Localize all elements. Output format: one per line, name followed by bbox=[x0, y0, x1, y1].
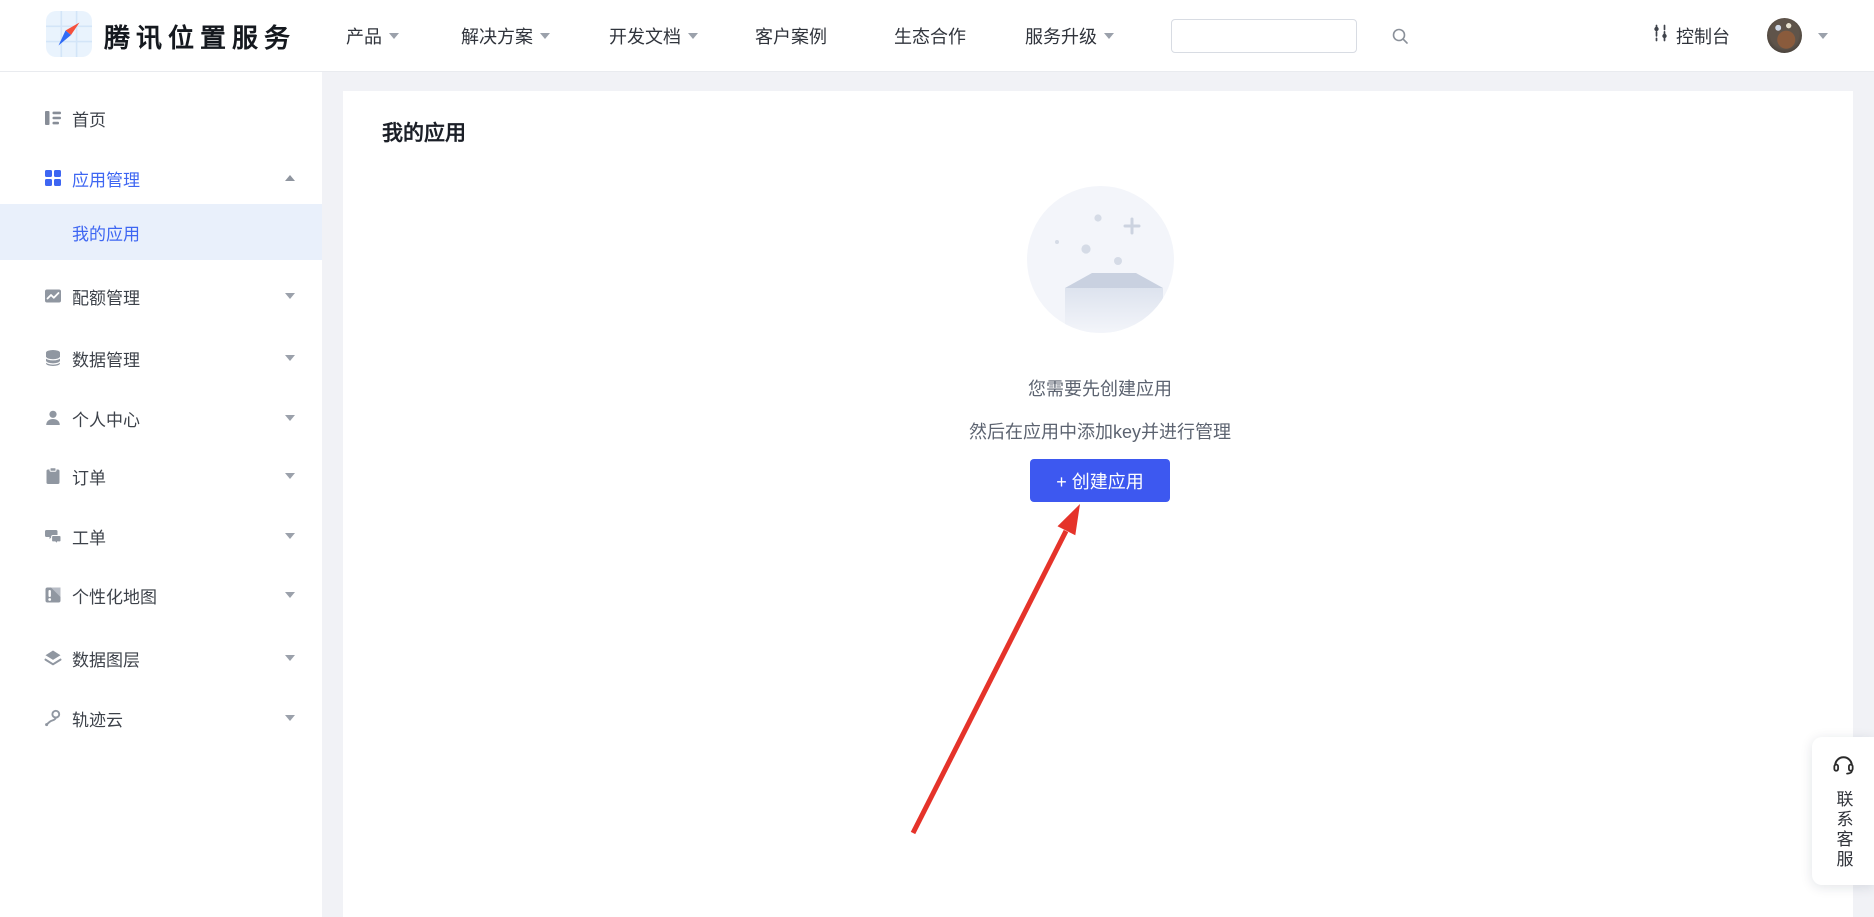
sidebar-item-data-layers[interactable]: 数据图层 bbox=[0, 628, 322, 688]
sidebar-item-label: 工单 bbox=[72, 524, 106, 549]
order-clipboard-icon bbox=[42, 465, 64, 487]
nav-item-label: 产品 bbox=[346, 23, 382, 49]
sidebar-item-quota[interactable]: 配额管理 bbox=[0, 266, 322, 326]
sidebar-item-label: 订单 bbox=[72, 464, 106, 489]
sidebar-item-app-management[interactable]: 应用管理 bbox=[0, 148, 322, 208]
page: 腾讯位置服务 产品 解决方案 开发文档 客户案例 生态合作 服务升级 bbox=[0, 0, 1874, 917]
chevron-down-icon bbox=[285, 715, 295, 721]
avatar-chevron-down-icon[interactable] bbox=[1818, 33, 1828, 39]
nav-item-products[interactable]: 产品 bbox=[346, 0, 399, 71]
chevron-up-icon bbox=[285, 175, 295, 181]
contact-support-widget[interactable]: 联系客服 bbox=[1812, 737, 1874, 885]
chevron-down-icon bbox=[285, 473, 295, 479]
page-title: 我的应用 bbox=[382, 117, 466, 147]
chevron-down-icon bbox=[285, 355, 295, 361]
sidebar-item-data-management[interactable]: 数据管理 bbox=[0, 328, 322, 388]
chevron-down-icon bbox=[389, 33, 399, 39]
nav-item-label: 服务升级 bbox=[1025, 23, 1097, 49]
nav-item-upgrade[interactable]: 服务升级 bbox=[1025, 0, 1114, 71]
console-link[interactable]: 控制台 bbox=[1652, 0, 1730, 71]
sidebar-item-label: 应用管理 bbox=[72, 166, 140, 191]
sidebar-item-label: 个人中心 bbox=[72, 406, 140, 431]
custom-map-icon bbox=[42, 584, 64, 606]
apps-grid-icon bbox=[42, 167, 64, 189]
sliders-icon bbox=[1652, 24, 1669, 47]
chevron-down-icon bbox=[285, 415, 295, 421]
chevron-down-icon bbox=[1104, 33, 1114, 39]
logo-text: 腾讯位置服务 bbox=[104, 18, 296, 55]
sidebar-item-label: 数据管理 bbox=[72, 346, 140, 371]
sidebar-subitem-label: 我的应用 bbox=[72, 220, 140, 245]
create-app-button[interactable]: + 创建应用 bbox=[1030, 459, 1170, 502]
search-icon[interactable] bbox=[1391, 27, 1409, 45]
chevron-down-icon bbox=[540, 33, 550, 39]
headset-icon bbox=[1831, 751, 1856, 781]
chevron-down-icon bbox=[285, 533, 295, 539]
main-content-card: 我的应用 您需要先创建应用 然后在应用中添加key并进行管理 + bbox=[343, 91, 1853, 917]
chevron-down-icon bbox=[285, 293, 295, 299]
nav-item-cases[interactable]: 客户案例 bbox=[755, 0, 827, 71]
sidebar-item-track-cloud[interactable]: 轨迹云 bbox=[0, 688, 322, 748]
database-icon bbox=[42, 347, 64, 369]
ticket-chat-icon bbox=[42, 525, 64, 547]
chevron-down-icon bbox=[688, 33, 698, 39]
sidebar-item-label: 个性化地图 bbox=[72, 583, 157, 608]
sidebar: 首页 应用管理 我的应用 bbox=[0, 72, 322, 917]
sidebar-item-label: 轨迹云 bbox=[72, 706, 123, 731]
sidebar-item-label: 首页 bbox=[72, 106, 106, 131]
nav-item-ecosystem[interactable]: 生态合作 bbox=[894, 0, 966, 71]
nav-item-label: 解决方案 bbox=[461, 23, 533, 49]
quota-chart-icon bbox=[42, 285, 64, 307]
search-box bbox=[1171, 19, 1357, 53]
nav-item-label: 生态合作 bbox=[894, 23, 966, 49]
nav-item-label: 客户案例 bbox=[755, 23, 827, 49]
nav-item-solutions[interactable]: 解决方案 bbox=[461, 0, 550, 71]
console-label: 控制台 bbox=[1676, 23, 1730, 49]
user-icon bbox=[42, 407, 64, 429]
nav-item-label: 开发文档 bbox=[609, 23, 681, 49]
chevron-down-icon bbox=[285, 592, 295, 598]
sidebar-item-personal-center[interactable]: 个人中心 bbox=[0, 388, 322, 448]
sidebar-item-home[interactable]: 首页 bbox=[0, 88, 322, 148]
layers-icon bbox=[42, 647, 64, 669]
search-input[interactable] bbox=[1172, 20, 1391, 52]
compass-logo-icon bbox=[46, 11, 92, 62]
contact-support-label: 联系客服 bbox=[1831, 790, 1856, 870]
nav-item-docs[interactable]: 开发文档 bbox=[609, 0, 698, 71]
chevron-down-icon bbox=[285, 655, 295, 661]
home-icon bbox=[42, 107, 64, 129]
sidebar-item-tickets[interactable]: 工单 bbox=[0, 506, 322, 566]
sidebar-item-label: 数据图层 bbox=[72, 646, 140, 671]
sidebar-item-label: 配额管理 bbox=[72, 284, 140, 309]
sidebar-item-orders[interactable]: 订单 bbox=[0, 446, 322, 506]
empty-state-illustration bbox=[1027, 186, 1174, 333]
empty-state-line1: 您需要先创建应用 bbox=[900, 377, 1300, 401]
empty-state-line2: 然后在应用中添加key并进行管理 bbox=[900, 420, 1300, 444]
track-pin-icon bbox=[42, 707, 64, 729]
sidebar-item-custom-map[interactable]: 个性化地图 bbox=[0, 565, 322, 625]
sidebar-subitem-my-apps[interactable]: 我的应用 bbox=[0, 204, 322, 260]
top-navbar: 腾讯位置服务 产品 解决方案 开发文档 客户案例 生态合作 服务升级 bbox=[0, 0, 1874, 72]
user-avatar[interactable] bbox=[1767, 18, 1802, 53]
logo[interactable]: 腾讯位置服务 bbox=[46, 13, 296, 59]
